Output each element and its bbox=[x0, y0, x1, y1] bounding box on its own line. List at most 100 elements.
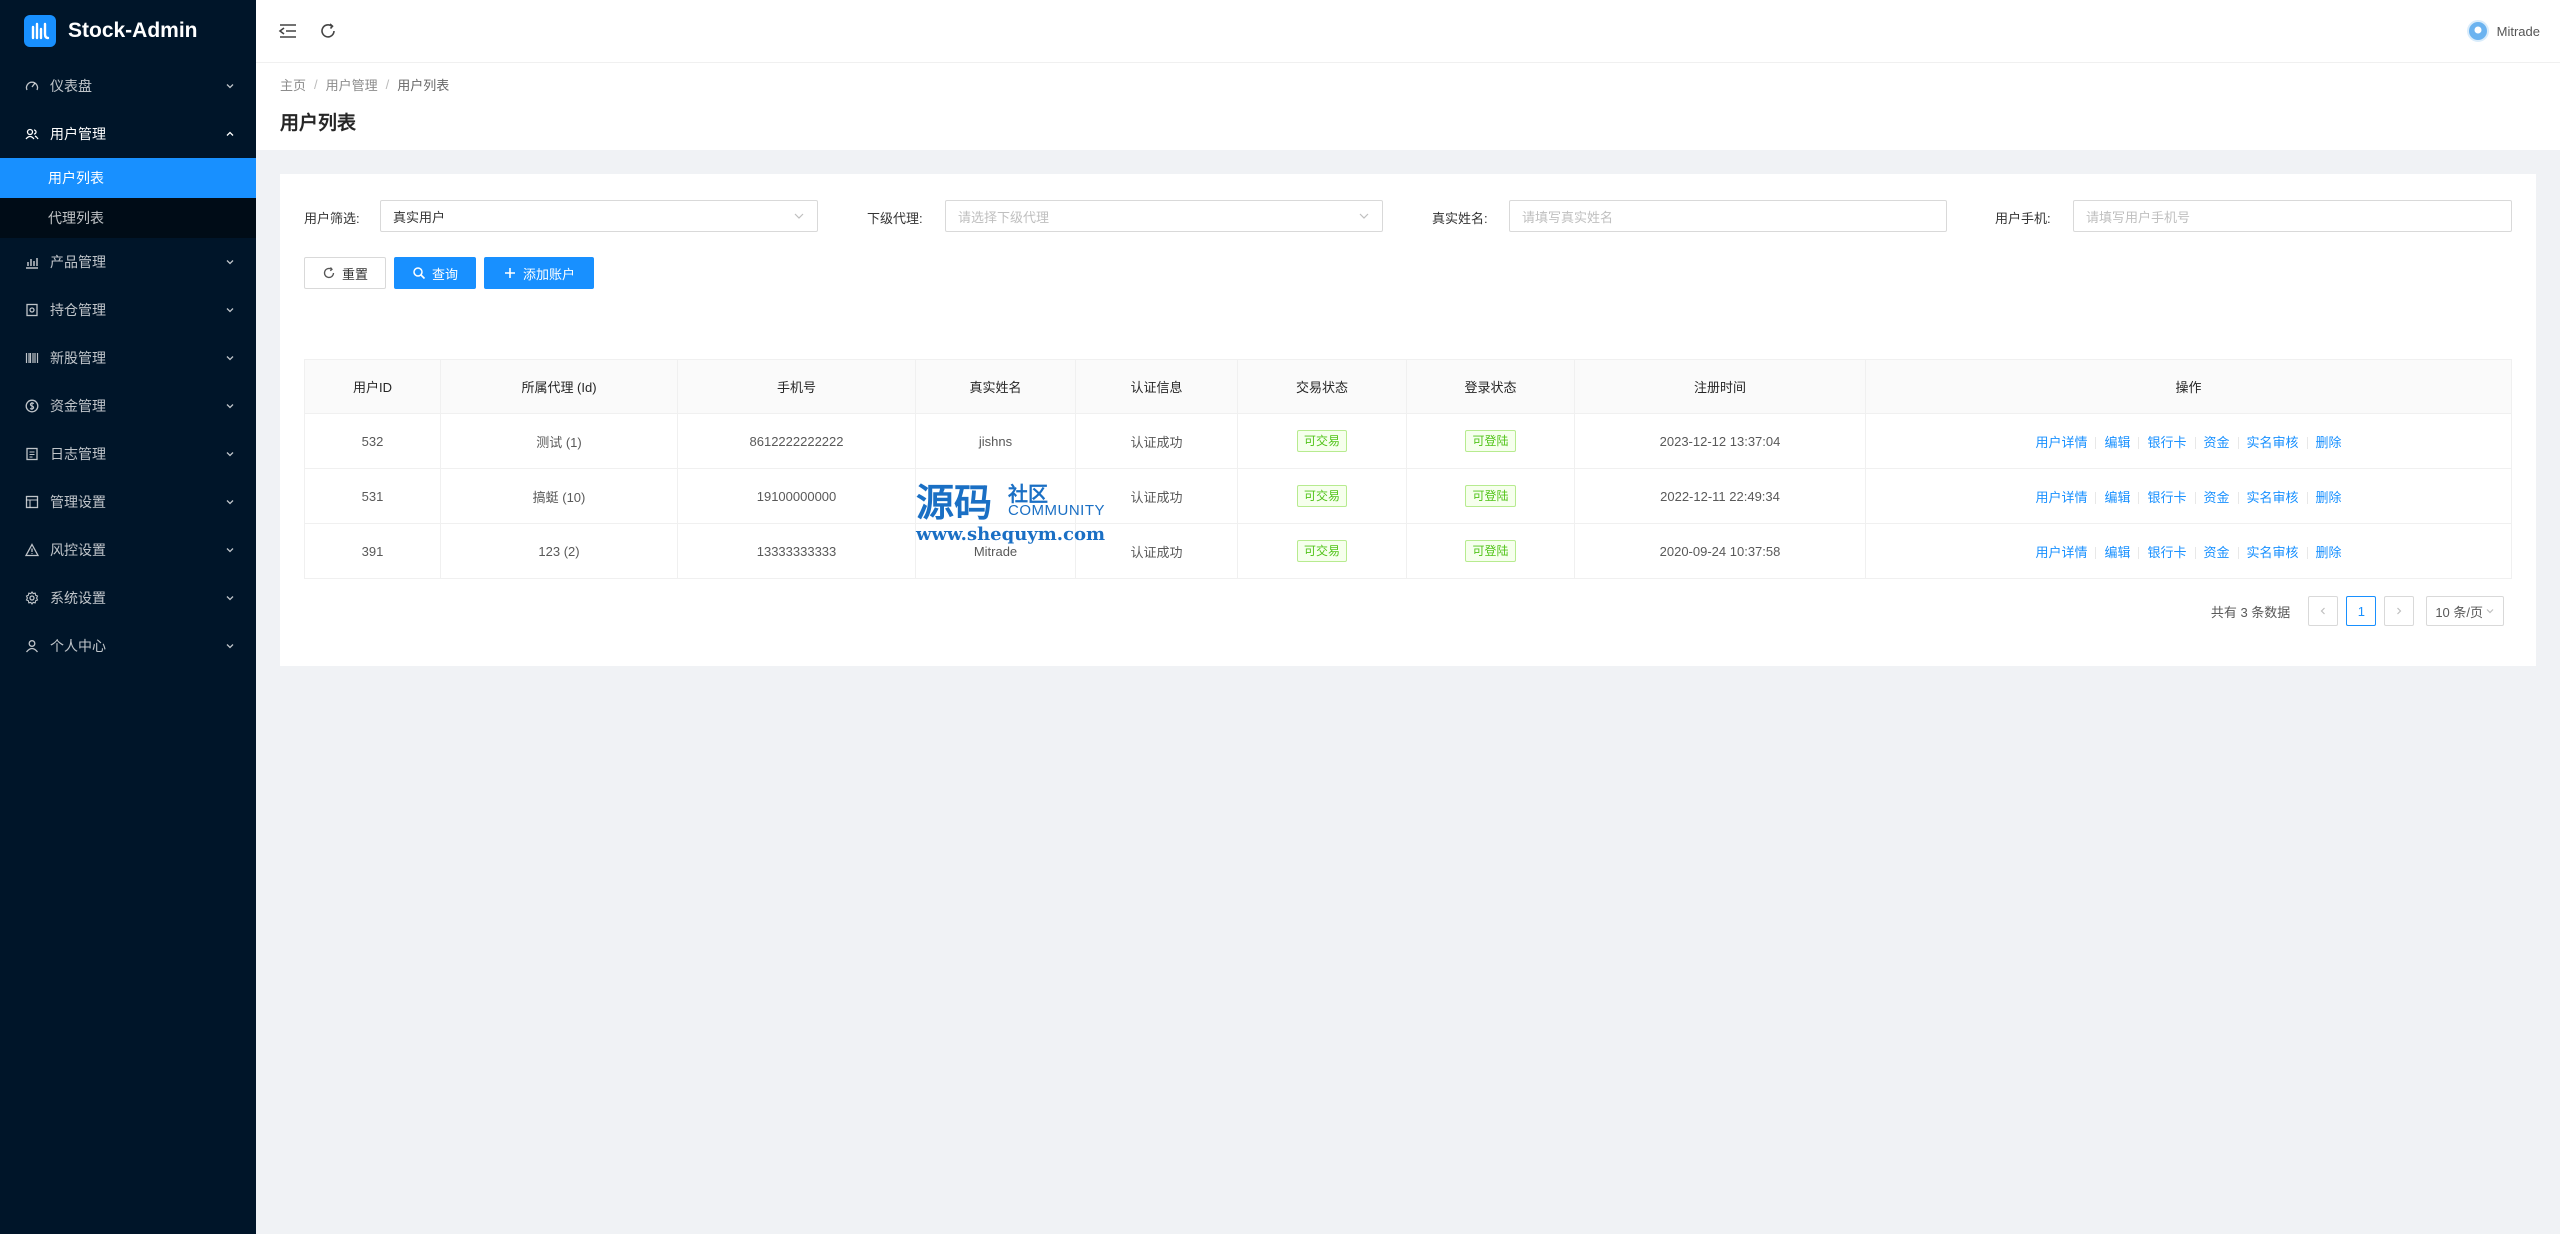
chevron-down-icon bbox=[224, 304, 236, 316]
user-group-icon bbox=[24, 126, 40, 142]
sidebar-item-dashboard[interactable]: 仪表盘 bbox=[0, 62, 256, 110]
col-agent[interactable]: 所属代理 (Id) bbox=[440, 359, 678, 414]
app-title: Stock-Admin bbox=[68, 19, 198, 42]
col-register-time[interactable]: 注册时间 bbox=[1574, 359, 1866, 414]
col-real-name[interactable]: 真实姓名 bbox=[915, 359, 1076, 414]
funds-link[interactable]: 资金 bbox=[2204, 435, 2230, 450]
top-header: Mitrade bbox=[256, 0, 2560, 62]
col-login-status[interactable]: 登录状态 bbox=[1406, 359, 1575, 414]
edit-link[interactable]: 编辑 bbox=[2104, 435, 2130, 450]
action-buttons: 重置 查询 添加账户 bbox=[304, 257, 602, 289]
delete-link[interactable]: 删除 bbox=[2316, 545, 2342, 560]
funds-link[interactable]: 资金 bbox=[2204, 490, 2230, 505]
user-detail-link[interactable]: 用户详情 bbox=[2035, 435, 2087, 450]
sub-agent-select[interactable]: 请选择下级代理 bbox=[945, 200, 1383, 232]
sidebar-item-profile[interactable]: 个人中心 bbox=[0, 622, 256, 670]
watermark-en: COMMUNITY bbox=[1008, 502, 1105, 519]
filter-bar: 用户筛选: 真实用户 下级代理: 请选择下级代理 真实姓名: 请填写真实姓名 用… bbox=[304, 200, 2512, 234]
page-size-value: 10 条/页 bbox=[2435, 604, 2483, 620]
avatar bbox=[2466, 20, 2489, 42]
phone-input[interactable]: 请填写用户手机号 bbox=[2073, 200, 2512, 232]
refresh-icon[interactable] bbox=[316, 19, 340, 43]
sidebar-item-label: 产品管理 bbox=[50, 254, 106, 270]
cell-actions: 用户详情 编辑 银行卡 资金 实名审核 删除 bbox=[1865, 468, 2512, 524]
warning-icon bbox=[24, 542, 40, 558]
user-detail-link[interactable]: 用户详情 bbox=[2035, 545, 2087, 560]
user-icon bbox=[24, 638, 40, 654]
kyc-review-link[interactable]: 实名审核 bbox=[2247, 545, 2299, 560]
bank-card-link[interactable]: 银行卡 bbox=[2147, 545, 2186, 560]
status-badge: 可交易 bbox=[1296, 540, 1347, 562]
bank-card-link[interactable]: 银行卡 bbox=[2147, 435, 2186, 450]
reset-button[interactable]: 重置 bbox=[304, 257, 386, 289]
col-phone[interactable]: 手机号 bbox=[677, 359, 916, 414]
sidebar: Stock-Admin 仪表盘 用户管理 用户列表 代理列表 产品管理 持仓管理 bbox=[0, 0, 256, 1234]
user-filter-select[interactable]: 真实用户 bbox=[380, 200, 818, 232]
col-user-id[interactable]: 用户ID bbox=[304, 359, 441, 414]
sidebar-item-risk[interactable]: 风控设置 bbox=[0, 526, 256, 574]
real-name-placeholder: 请填写真实姓名 bbox=[1522, 209, 1614, 225]
next-page-button[interactable] bbox=[2384, 596, 2415, 626]
sidebar-item-label: 用户管理 bbox=[50, 126, 106, 142]
sidebar-item-admin-settings[interactable]: 管理设置 bbox=[0, 478, 256, 526]
cell-login-status: 可登陆 bbox=[1406, 413, 1575, 469]
delete-link[interactable]: 删除 bbox=[2316, 490, 2342, 505]
logo[interactable]: Stock-Admin bbox=[0, 0, 256, 62]
edit-link[interactable]: 编辑 bbox=[2104, 545, 2130, 560]
divider bbox=[2138, 437, 2140, 450]
edit-link[interactable]: 编辑 bbox=[2104, 490, 2130, 505]
prev-page-button[interactable] bbox=[2308, 596, 2339, 626]
page-number-button[interactable]: 1 bbox=[2346, 596, 2377, 626]
chevron-down-icon bbox=[2485, 606, 2495, 616]
phone-label: 用户手机: bbox=[1995, 210, 2051, 226]
page-title: 用户列表 bbox=[280, 113, 357, 134]
add-account-button[interactable]: 添加账户 bbox=[484, 257, 594, 289]
position-icon bbox=[24, 302, 40, 318]
col-trade-status[interactable]: 交易状态 bbox=[1237, 359, 1407, 414]
divider bbox=[2306, 437, 2308, 450]
sidebar-item-products[interactable]: 产品管理 bbox=[0, 238, 256, 286]
divider bbox=[2306, 547, 2308, 560]
chevron-down-icon bbox=[1358, 210, 1370, 222]
sidebar-item-funds[interactable]: 资金管理 bbox=[0, 382, 256, 430]
watermark: 源码 社区 COMMUNITY www.shequym.com bbox=[916, 476, 1116, 546]
plus-icon bbox=[503, 266, 517, 280]
sidebar-item-users[interactable]: 用户管理 bbox=[0, 110, 256, 158]
user-detail-link[interactable]: 用户详情 bbox=[2035, 490, 2087, 505]
menu-fold-icon[interactable] bbox=[276, 19, 300, 43]
pagination: 共有 3 条数据 1 10 条/页 bbox=[2211, 596, 2504, 626]
cell-phone: 13333333333 bbox=[677, 523, 916, 579]
cell-agent: 搞蜓 (10) bbox=[440, 468, 678, 524]
sidebar-item-positions[interactable]: 持仓管理 bbox=[0, 286, 256, 334]
breadcrumb-user-management[interactable]: 用户管理 bbox=[326, 75, 378, 94]
kyc-review-link[interactable]: 实名审核 bbox=[2247, 490, 2299, 505]
reset-label: 重置 bbox=[341, 266, 368, 282]
admin-settings-icon bbox=[24, 494, 40, 510]
breadcrumb-separator: / bbox=[314, 77, 318, 92]
query-button[interactable]: 查询 bbox=[394, 257, 476, 289]
funds-link[interactable]: 资金 bbox=[2204, 545, 2230, 560]
page-size-select[interactable]: 10 条/页 bbox=[2426, 596, 2504, 626]
sub-agent-group: 下级代理: bbox=[867, 200, 923, 234]
col-auth[interactable]: 认证信息 bbox=[1075, 359, 1238, 414]
user-menu[interactable]: Mitrade bbox=[2466, 20, 2540, 42]
money-icon bbox=[24, 398, 40, 414]
chevron-down-icon bbox=[224, 448, 236, 460]
sidebar-item-agent-list[interactable]: 代理列表 bbox=[0, 198, 256, 238]
chevron-down-icon bbox=[224, 400, 236, 412]
divider bbox=[2306, 492, 2308, 505]
sidebar-item-logs[interactable]: 日志管理 bbox=[0, 430, 256, 478]
real-name-input[interactable]: 请填写真实姓名 bbox=[1509, 200, 1947, 232]
phone-group: 用户手机: bbox=[1995, 200, 2051, 234]
delete-link[interactable]: 删除 bbox=[2316, 435, 2342, 450]
cell-login-status: 可登陆 bbox=[1406, 523, 1575, 579]
breadcrumb-home[interactable]: 主页 bbox=[280, 75, 306, 94]
table-header-row: 用户ID 所属代理 (Id) 手机号 真实姓名 认证信息 交易状态 登录状态 注… bbox=[304, 359, 2512, 414]
sidebar-item-ipo[interactable]: 新股管理 bbox=[0, 334, 256, 382]
kyc-review-link[interactable]: 实名审核 bbox=[2247, 435, 2299, 450]
sidebar-item-system[interactable]: 系统设置 bbox=[0, 574, 256, 622]
sidebar-item-user-list[interactable]: 用户列表 bbox=[0, 158, 256, 198]
bank-card-link[interactable]: 银行卡 bbox=[2147, 490, 2186, 505]
breadcrumb-current: 用户列表 bbox=[397, 78, 450, 93]
chevron-down-icon bbox=[224, 80, 236, 92]
